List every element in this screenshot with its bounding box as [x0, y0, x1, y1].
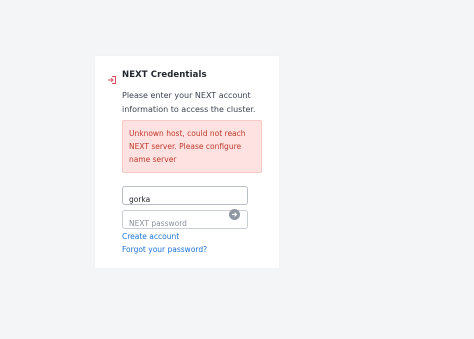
- password-field[interactable]: [122, 209, 248, 232]
- card-title: NEXT Credentials: [122, 70, 207, 80]
- login-card: NEXT Credentials Please enter your NEXT …: [95, 56, 279, 268]
- submit-button[interactable]: [229, 209, 240, 220]
- create-account-link[interactable]: Create account: [122, 232, 179, 241]
- arrow-right-icon: [232, 212, 238, 217]
- card-description: Please enter your NEXT account informati…: [122, 91, 256, 114]
- password-input[interactable]: [123, 215, 247, 232]
- username-field[interactable]: [122, 186, 248, 208]
- sign-in-icon: [107, 70, 117, 84]
- username-input[interactable]: [123, 191, 247, 208]
- forgot-password-link[interactable]: Forgot your password?: [122, 245, 207, 254]
- error-alert: Unknown host, could not reach NEXT serve…: [122, 120, 262, 173]
- card-header: NEXT Credentials: [107, 69, 207, 84]
